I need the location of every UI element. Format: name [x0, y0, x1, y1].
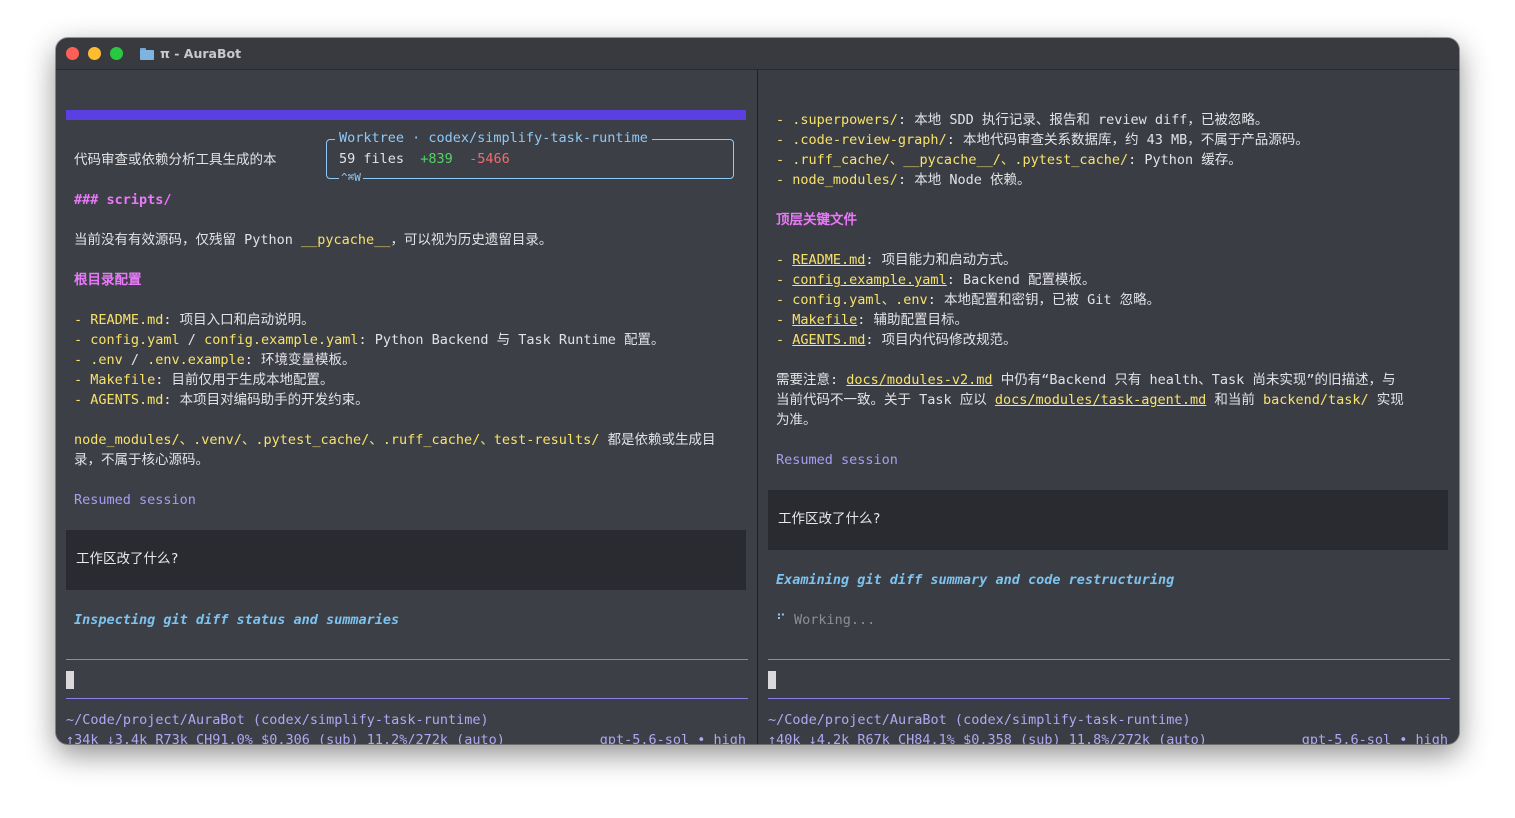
inline-code: __pycache__: [301, 232, 391, 248]
input-bottom-rule: [768, 698, 1450, 699]
user-message-box: 工作区改了什么?: [66, 530, 746, 590]
worktree-legend: Worktree · codex/simplify-task-runtime: [335, 128, 652, 148]
model-indicator: gpt-5.6-sol • high: [599, 732, 746, 744]
folder-icon: [140, 47, 154, 60]
input-top-rule: [66, 659, 748, 660]
left-terminal-pane[interactable]: 代码审查或依赖分析工具生成的本 Worktree · codex/simplif…: [56, 70, 757, 744]
list-item: - Makefile: 目前仅用于生成本地配置。: [74, 372, 334, 388]
doc-link[interactable]: docs/modules-v2.md: [846, 372, 992, 388]
worktree-panel: Worktree · codex/simplify-task-runtime 5…: [326, 128, 734, 185]
cwd-line: ~/Code/project/AuraBot (codex/simplify-t…: [66, 712, 489, 728]
input-cursor[interactable]: [66, 671, 74, 689]
list-item: - config.yaml、.env: 本地配置和密钥，已被 Git 忽略。: [776, 292, 1161, 308]
close-button[interactable]: [66, 47, 79, 60]
deps-line-cont: 录，不属于核心源码。: [74, 452, 209, 468]
thinking-status: Inspecting git diff status and summaries: [74, 612, 400, 628]
worktree-file-count: 59 files: [339, 151, 405, 167]
spinner-icon: ⠋: [776, 612, 786, 628]
worktree-shortcut: ^⌘W: [339, 171, 363, 185]
worktree-added: +839: [420, 151, 453, 167]
list-item: - config.yaml / config.example.yaml: Pyt…: [74, 332, 665, 348]
list-item: - .code-review-graph/: 本地代码审查关系数据库，约 43 …: [776, 132, 1309, 148]
note-line: 需要注意: docs/modules-v2.md 中仍有“Backend 只有 …: [776, 372, 1396, 388]
user-message: 工作区改了什么?: [76, 551, 179, 567]
user-message: 工作区改了什么?: [778, 511, 881, 527]
list-item: - .superpowers/: 本地 SDD 执行记录、报告和 review …: [776, 112, 1269, 128]
resumed-session-label: Resumed session: [74, 492, 196, 508]
note-line: 为准。: [776, 412, 817, 428]
input-bottom-rule: [66, 698, 748, 699]
list-item: - .env / .env.example: 环境变量模板。: [74, 352, 356, 368]
list-item: - AGENTS.md: 本项目对编码助手的开发约束。: [74, 392, 369, 408]
note-line: 当前代码不一致。关于 Task 应以 docs/modules/task-age…: [776, 392, 1404, 408]
deps-line: node_modules/、.venv/、.pytest_cache/、.ruf…: [74, 432, 716, 448]
list-item: - Makefile: 辅助配置目标。: [776, 312, 969, 328]
cwd-line: ~/Code/project/AuraBot (codex/simplify-t…: [768, 712, 1191, 728]
file-link[interactable]: README.md: [792, 252, 865, 268]
list-item: - node_modules/: 本地 Node 依赖。: [776, 172, 1031, 188]
minimize-button[interactable]: [88, 47, 101, 60]
file-link[interactable]: Makefile: [792, 312, 857, 328]
usage-stats: ↑34k ↓3.4k R73k CH91.0% $0.306 (sub) 11.…: [66, 732, 505, 744]
resumed-session-label: Resumed session: [776, 452, 898, 468]
terminal-window: π - AuraBot 代码审查或依赖分析工具生成的本 Worktree · c…: [56, 38, 1459, 744]
list-item: - README.md: 项目能力和启动方式。: [776, 252, 1017, 268]
window-title-group: π - AuraBot: [140, 46, 241, 61]
intro-line: 代码审查或依赖分析工具生成的本: [74, 152, 277, 168]
model-indicator: gpt-5.6-sol • high: [1301, 732, 1448, 744]
input-cursor[interactable]: [768, 671, 776, 689]
thinking-status: Examining git diff summary and code rest…: [776, 572, 1175, 588]
file-link[interactable]: config.example.yaml: [792, 272, 946, 288]
root-config-heading: 根目录配置: [74, 272, 142, 288]
zoom-button[interactable]: [110, 47, 123, 60]
scripts-description: 当前没有有效源码，仅残留 Python __pycache__，可以视为历史遗留…: [74, 232, 553, 248]
doc-link[interactable]: docs/modules/task-agent.md: [995, 392, 1206, 408]
usage-stats: ↑40k ↓4.2k R67k CH84.1% $0.358 (sub) 11.…: [768, 732, 1207, 744]
scripts-heading: ### scripts/: [74, 192, 172, 208]
list-item: - config.example.yaml: Backend 配置模板。: [776, 272, 1096, 288]
worktree-removed: -5466: [469, 151, 510, 167]
working-label: Working...: [794, 612, 876, 628]
list-item: - README.md: 项目入口和启动说明。: [74, 312, 315, 328]
worktree-summary: 59 files +839 -5466: [339, 149, 510, 169]
working-indicator: ⠋ Working...: [776, 610, 875, 630]
right-terminal-pane[interactable]: - .superpowers/: 本地 SDD 执行记录、报告和 review …: [758, 70, 1459, 744]
list-item: - AGENTS.md: 项目内代码修改规范。: [776, 332, 1017, 348]
input-top-rule: [768, 659, 1450, 660]
title-bar: π - AuraBot: [56, 38, 1459, 70]
list-item: - .ruff_cache/、__pycache__/、.pytest_cach…: [776, 152, 1242, 168]
progress-bar: [66, 110, 746, 120]
window-title: π - AuraBot: [160, 46, 242, 61]
key-files-heading: 顶层关键文件: [776, 212, 857, 228]
file-link[interactable]: AGENTS.md: [792, 332, 865, 348]
user-message-box: 工作区改了什么?: [768, 490, 1448, 550]
